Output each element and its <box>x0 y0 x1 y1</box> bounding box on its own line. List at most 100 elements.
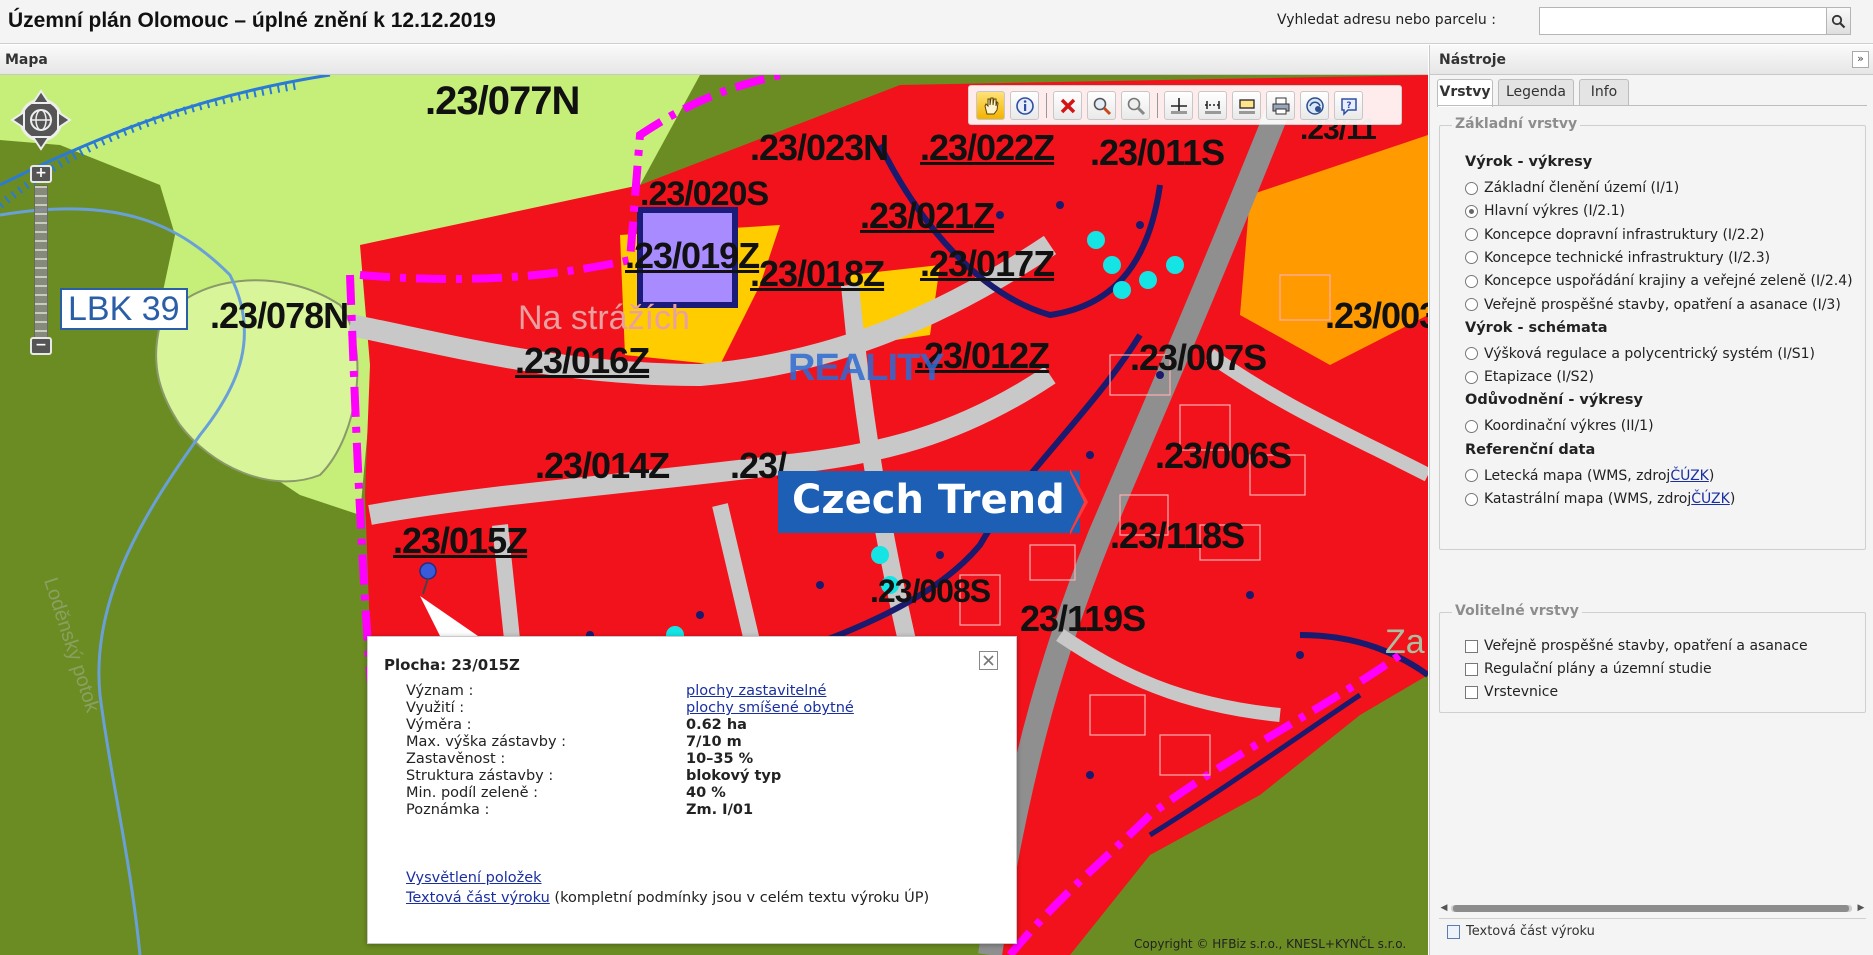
horizontal-scrollbar[interactable]: ◀ ▶ <box>1439 901 1866 915</box>
zoom-out-button[interactable]: − <box>30 337 52 355</box>
checkbox[interactable] <box>1465 662 1478 676</box>
layer-option-label: Koncepce technické infrastruktury (I/2.3… <box>1484 249 1771 266</box>
scroll-thumb[interactable] <box>1453 905 1849 912</box>
text-section-note: (kompletní podmínky jsou v celém textu v… <box>549 890 930 906</box>
parcel-label: .23/017Z <box>920 243 1055 284</box>
feature-info-popup: Plocha: 23/015Z Význam : plochy zastavite… <box>367 636 1017 944</box>
location-pin-icon[interactable] <box>415 560 441 596</box>
radio-button[interactable] <box>1465 419 1478 433</box>
parcel-label: .23/078N <box>210 295 349 336</box>
radio-button[interactable] <box>1465 469 1478 483</box>
toolbar-measure-point-button[interactable] <box>1164 91 1193 120</box>
checkbox[interactable] <box>1465 685 1478 699</box>
parcel-label: .23/019Z <box>625 235 760 276</box>
radio-button[interactable] <box>1465 274 1478 288</box>
parcel-label: .23/006S <box>1155 435 1292 476</box>
optional-layer-checkbox-option[interactable]: Vrstevnice <box>1465 682 1558 702</box>
collapse-panel-button[interactable]: » <box>1852 51 1869 68</box>
toolbar-layers-button[interactable] <box>1300 91 1329 120</box>
layer-radio-option[interactable]: Koncepce technické infrastruktury (I/2.3… <box>1465 248 1770 268</box>
layer-radio-option[interactable]: Etapizace (I/S2) <box>1465 367 1594 387</box>
layer-radio-option[interactable]: Koncepce dopravní infrastruktury (I/2.2) <box>1465 225 1765 245</box>
optional-layer-label: Veřejně prospěšné stavby, opatření a asa… <box>1484 638 1808 654</box>
parcel-label: .23/018Z <box>750 253 885 294</box>
radio-button[interactable] <box>1465 492 1478 506</box>
toolbar-help-button[interactable]: ? <box>1334 91 1363 120</box>
measure-line-icon <box>1204 100 1221 114</box>
optional-layers-fieldset: Volitelné vrstvy Veřejně prospěšné stavb… <box>1439 603 1866 713</box>
layer-radio-option[interactable]: Koncepce uspořádání krajiny a veřejné ze… <box>1465 271 1853 291</box>
scroll-left-arrow-icon[interactable]: ◀ <box>1439 902 1449 914</box>
toolbar-clear-button[interactable] <box>1053 91 1082 120</box>
layer-option-label: Koncepce uspořádání krajiny a veřejné ze… <box>1484 273 1853 290</box>
text-section-tab[interactable]: Textová část výroku <box>1439 918 1866 944</box>
layer-radio-option[interactable]: Výšková regulace a polycentrický systém … <box>1465 344 1815 364</box>
layer-group-title: Výrok - schémata <box>1465 319 1608 336</box>
tab-info[interactable]: Info <box>1579 79 1629 106</box>
toolbar-separator <box>1046 93 1047 118</box>
watermark-arrow <box>1070 469 1088 535</box>
popup-row-label: Výměra : <box>406 717 472 733</box>
map-toolbar: ? <box>968 85 1402 125</box>
layer-radio-option[interactable]: Letecká mapa (WMS, zdroj ČÚZK) <box>1465 466 1714 486</box>
toolbar-zoom-out-button[interactable] <box>1121 91 1150 120</box>
radio-button[interactable] <box>1465 204 1478 218</box>
toolbar-info-button[interactable] <box>1010 91 1039 120</box>
popup-row-value: 10–35 % <box>686 751 754 767</box>
toolbar-measure-line-button[interactable] <box>1198 91 1227 120</box>
popup-row-label: Min. podíl zeleně : <box>406 785 538 801</box>
zoom-track[interactable] <box>34 185 48 340</box>
pan-navigation-control[interactable] <box>8 87 74 153</box>
radio-button[interactable] <box>1465 298 1478 311</box>
toolbar-pan-button[interactable] <box>976 91 1005 120</box>
parcel-label: .23/014Z <box>535 445 670 486</box>
parcel-label: .23/021Z <box>860 195 995 236</box>
search-input[interactable] <box>1540 8 1826 34</box>
tab-layers[interactable]: Vrstvy <box>1437 79 1493 107</box>
svg-text:?: ? <box>1346 101 1351 111</box>
scroll-right-arrow-icon[interactable]: ▶ <box>1856 902 1866 914</box>
map-panel-header: Mapa <box>0 45 1428 75</box>
layer-option-label: Hlavní výkres (I/2.1) <box>1484 203 1626 220</box>
radio-button[interactable] <box>1465 347 1478 361</box>
layer-radio-option[interactable]: Základní členění území (I/1) <box>1465 178 1679 198</box>
optional-layer-checkbox-option[interactable]: Veřejně prospěšné stavby, opatření a asa… <box>1465 636 1808 656</box>
layer-option-label: Katastrální mapa (WMS, zdroj <box>1484 491 1692 507</box>
zoom-slider[interactable]: + − <box>30 165 52 355</box>
layer-radio-option[interactable]: Hlavní výkres (I/2.1) <box>1465 201 1625 221</box>
search-icon <box>1831 14 1846 28</box>
explain-items-link[interactable]: Vysvětlení položek <box>406 870 542 886</box>
zoom-out-icon <box>1127 97 1145 115</box>
popup-row-value-link[interactable]: plochy zastavitelné <box>686 683 826 699</box>
checkbox[interactable] <box>1465 639 1478 653</box>
app-title: Územní plán Olomouc – úplné znění k 12.1… <box>8 9 496 32</box>
cuzk-link[interactable]: ČÚZK <box>1670 468 1709 484</box>
popup-close-button[interactable] <box>979 651 998 670</box>
optional-layer-checkbox-option[interactable]: Regulační plány a územní studie <box>1465 659 1712 679</box>
measure-area-icon <box>1238 98 1255 114</box>
layer-option-label: Letecká mapa (WMS, zdroj <box>1484 467 1671 484</box>
radio-button[interactable] <box>1465 228 1478 242</box>
zoom-in-button[interactable]: + <box>30 165 52 183</box>
layer-group-title: Referenční data <box>1465 441 1596 458</box>
layer-radio-option[interactable]: Katastrální mapa (WMS, zdroj ČÚZK) <box>1465 489 1735 509</box>
radio-button[interactable] <box>1465 370 1478 384</box>
radio-button[interactable] <box>1465 251 1478 265</box>
toolbar-measure-area-button[interactable] <box>1232 91 1261 120</box>
toolbar-zoom-in-button[interactable] <box>1087 91 1116 120</box>
radio-button[interactable] <box>1465 181 1478 195</box>
text-section-link[interactable]: Textová část výroku <box>406 890 550 906</box>
layer-option-label: Koordinační výkres (II/1) <box>1484 418 1654 435</box>
toolbar-print-button[interactable] <box>1266 91 1295 120</box>
search-button[interactable] <box>1826 8 1850 34</box>
parcel-label: .23/003 <box>1325 295 1428 336</box>
zoom-in-icon <box>1093 97 1111 115</box>
popup-row-value: Zm. I/01 <box>686 802 754 818</box>
tab-legend[interactable]: Legenda <box>1498 79 1574 106</box>
layer-radio-option[interactable]: Koordinační výkres (II/1) <box>1465 416 1654 436</box>
tabs-divider <box>1437 105 1867 106</box>
help-icon: ? <box>1340 97 1357 116</box>
layer-radio-option[interactable]: Veřejně prospěšné stavby, opatření a asa… <box>1465 295 1841 315</box>
popup-row-value-link[interactable]: plochy smíšené obytné <box>686 700 854 716</box>
cuzk-link[interactable]: ČÚZK <box>1691 491 1730 507</box>
